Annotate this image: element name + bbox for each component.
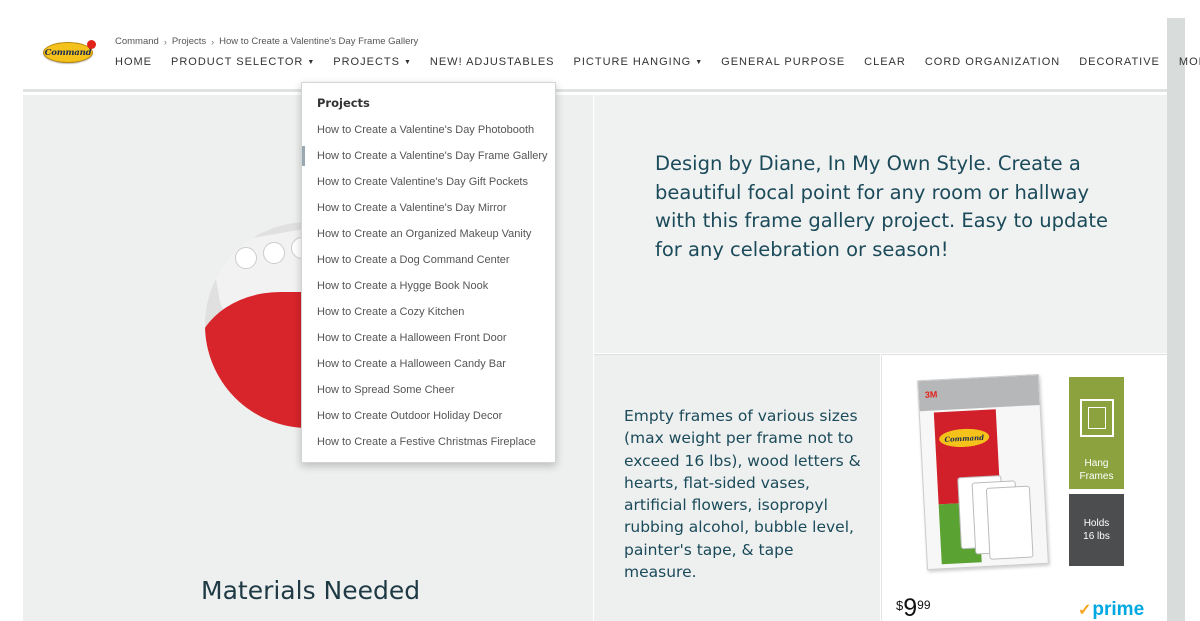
caret-down-icon: ▼	[695, 58, 703, 66]
dropdown-item[interactable]: How to Create a Festive Christmas Firepl…	[302, 429, 555, 455]
product-price: $ 9 99	[896, 595, 931, 621]
nav-item-more[interactable]: MORE▼	[1179, 56, 1200, 68]
price-dollars: 9	[903, 594, 918, 621]
materials-list: Empty frames of various sizes (max weigh…	[624, 407, 861, 582]
dropdown-item[interactable]: How to Create a Hygge Book Nook	[302, 273, 555, 299]
nav-item-cord-organization[interactable]: CORD ORGANIZATION	[925, 56, 1060, 68]
nav-label: GENERAL PURPOSE	[721, 56, 846, 68]
dropdown-item[interactable]: How to Create a Halloween Candy Bar	[302, 351, 555, 377]
project-description: Design by Diane, In My Own Style. Create…	[655, 152, 1109, 261]
badge-label: Frames	[1079, 471, 1114, 482]
page: Command Command › Projects › How to Crea…	[0, 0, 1200, 621]
breadcrumb: Command › Projects › How to Create a Val…	[115, 36, 418, 47]
materials-panel: Empty frames of various sizes (max weigh…	[594, 354, 880, 621]
command-logo[interactable]: Command	[43, 40, 96, 63]
hang-frames-badge: Hang Frames	[1069, 377, 1124, 489]
dropdown-item[interactable]: How to Create a Valentine's Day Photoboo…	[302, 117, 555, 143]
nav-item-projects[interactable]: PROJECTS ▼	[333, 56, 411, 68]
caret-down-icon: ▼	[403, 58, 411, 66]
frame-icon	[1079, 399, 1114, 437]
nav-item-picture-hanging[interactable]: PICTURE HANGING ▼	[574, 56, 703, 68]
materials-heading: Materials Needed	[201, 576, 421, 605]
nav-item-clear[interactable]: CLEAR	[864, 56, 906, 68]
nav-item-general-purpose[interactable]: GENERAL PURPOSE	[721, 56, 845, 68]
price-cents: 99	[917, 598, 931, 612]
main-nav: HOME PRODUCT SELECTOR ▼ PROJECTS ▼ NEW! AD…	[115, 56, 1200, 68]
chevron-right-icon: ›	[211, 36, 215, 47]
nav-label: DECORATIVE	[1079, 56, 1160, 68]
package-brand: 3M	[924, 389, 938, 400]
prime-logo: ✓ prime	[1078, 599, 1144, 621]
dropdown-item[interactable]: How to Create a Cozy Kitchen	[302, 299, 555, 325]
product-card[interactable]: 3M Command Hang Frames Holds 16 lbs $ 9 …	[881, 354, 1167, 621]
badge-label: Hang	[1084, 458, 1109, 469]
weight-badge: Holds 16 lbs	[1069, 494, 1124, 566]
nav-item-product-selector[interactable]: PRODUCT SELECTOR ▼	[171, 56, 314, 68]
nav-label: CORD ORGANIZATION	[924, 56, 1061, 68]
badge-label: Holds	[1083, 518, 1110, 529]
nav-label: MORE	[1178, 56, 1200, 68]
dropdown-item[interactable]: How to Create an Organized Makeup Vanity	[302, 221, 555, 247]
nav-label: HOME	[115, 56, 152, 68]
product-package-image[interactable]: 3M Command	[917, 373, 1049, 571]
nav-item-new-adjustables[interactable]: NEW! ADJUSTABLES	[430, 56, 555, 68]
scrollbar[interactable]	[1167, 18, 1185, 621]
check-icon: ✓	[1078, 602, 1092, 619]
dropdown-item[interactable]: How to Create a Dog Command Center	[302, 247, 555, 273]
breadcrumb-item-projects[interactable]: Projects	[172, 36, 206, 47]
projects-dropdown-menu: Projects How to Create a Valentine's Day…	[301, 82, 556, 463]
nav-label: PROJECTS	[333, 56, 400, 68]
nav-item-decorative[interactable]: DECORATIVE	[1079, 56, 1160, 68]
prime-label: prime	[1092, 599, 1145, 620]
dropdown-item[interactable]: How to Spread Some Cheer	[302, 377, 555, 403]
dropdown-list: How to Create a Valentine's Day Photoboo…	[302, 117, 555, 455]
dropdown-title: Projects	[317, 96, 370, 110]
breadcrumb-item-current: How to Create a Valentine's Day Frame Ga…	[219, 36, 419, 47]
logo-dot-icon	[87, 40, 96, 49]
nav-label: CLEAR	[864, 56, 906, 68]
caret-down-icon: ▼	[307, 58, 315, 66]
price-symbol: $	[896, 598, 904, 613]
nav-item-home[interactable]: HOME	[115, 56, 152, 68]
site-header: Command Command › Projects › How to Crea…	[23, 18, 1200, 92]
nav-label: PRODUCT SELECTOR	[171, 56, 304, 68]
breadcrumb-item-command[interactable]: Command	[115, 36, 159, 47]
badge-label: 16 lbs	[1083, 531, 1110, 542]
logo-text: Command	[44, 47, 92, 58]
dropdown-item[interactable]: How to Create Outdoor Holiday Decor	[302, 403, 555, 429]
dropdown-item-active[interactable]: How to Create a Valentine's Day Frame Ga…	[302, 143, 555, 169]
nav-label: NEW! ADJUSTABLES	[429, 56, 555, 68]
nav-label: PICTURE HANGING	[573, 56, 692, 68]
dropdown-item[interactable]: How to Create a Valentine's Day Mirror	[302, 195, 555, 221]
dropdown-item[interactable]: How to Create Valentine's Day Gift Pocke…	[302, 169, 555, 195]
project-description-panel: Design by Diane, In My Own Style. Create…	[594, 95, 1167, 353]
dropdown-item[interactable]: How to Create a Halloween Front Door	[302, 325, 555, 351]
chevron-right-icon: ›	[163, 36, 167, 47]
